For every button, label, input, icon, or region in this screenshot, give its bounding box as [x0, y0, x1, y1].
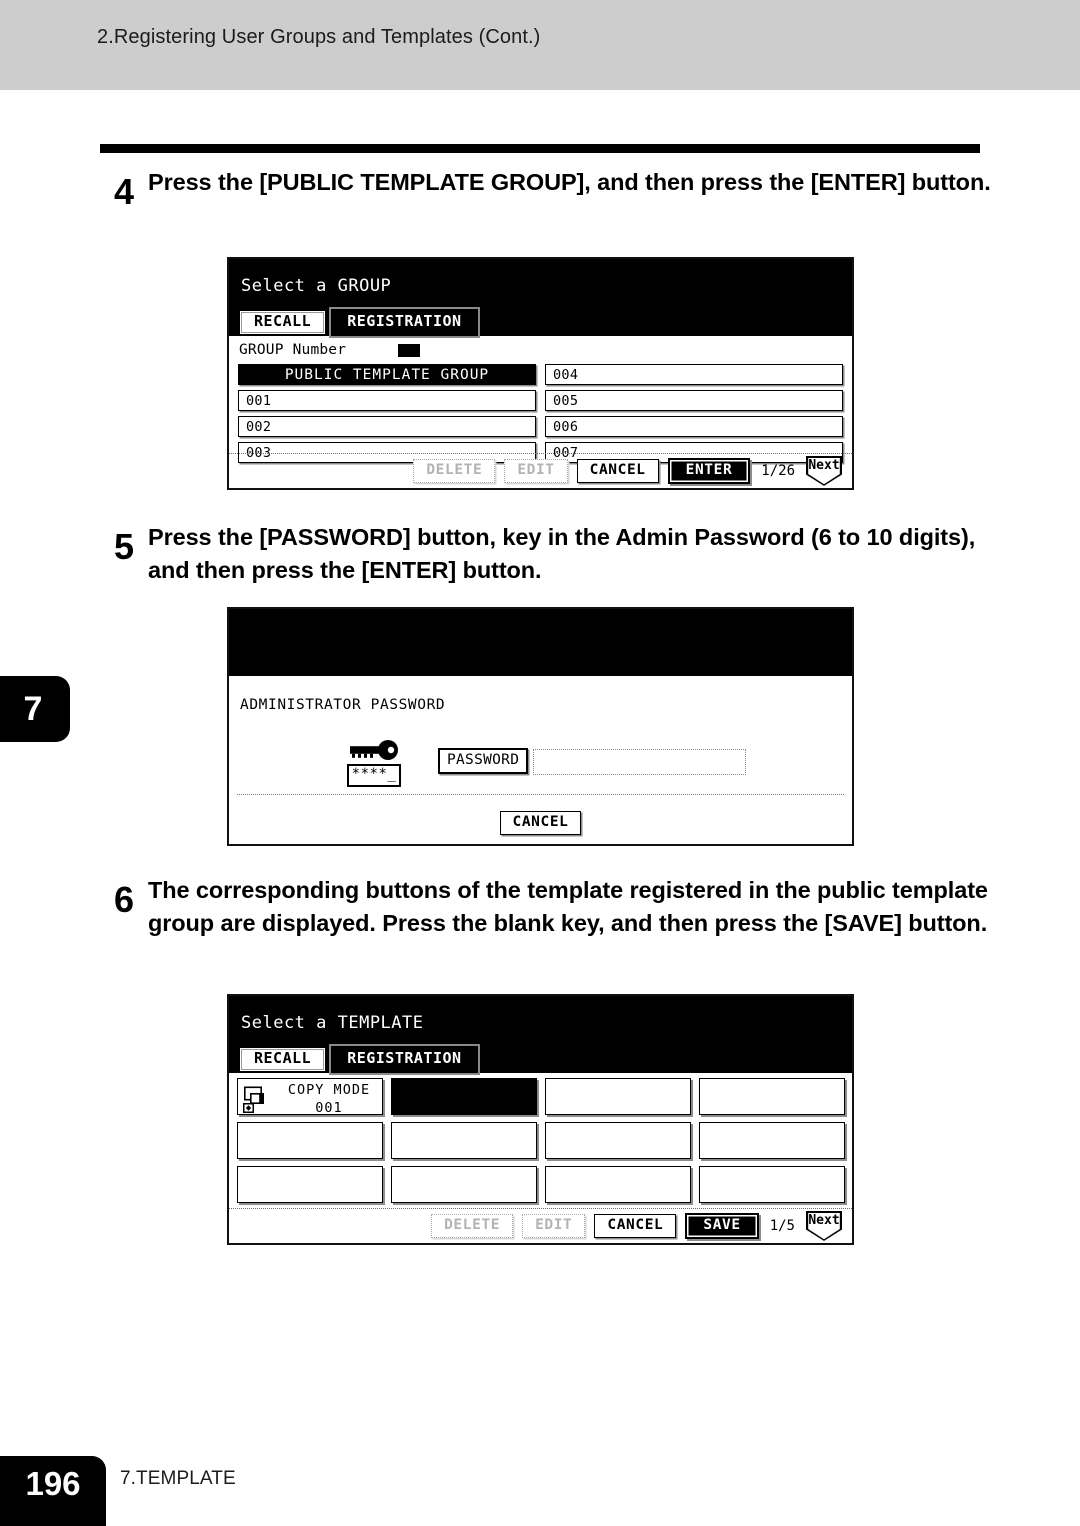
password-input-field[interactable]: [533, 749, 746, 775]
key-icon-wrapper: ****_: [337, 738, 411, 787]
template-cell-blank-9[interactable]: [237, 1166, 383, 1203]
copy-mode-icon: [243, 1086, 264, 1113]
step-4-text: Press the [PUBLIC TEMPLATE GROUP], and t…: [148, 169, 991, 195]
group-button-grid: PUBLIC TEMPLATE GROUP 004 001 005 002 00…: [238, 364, 843, 463]
template-cell-blank-12[interactable]: [699, 1166, 845, 1203]
page-indicator-template: 1/5: [769, 1218, 795, 1234]
lcd-titlebar-password: [229, 609, 852, 676]
lcd-footer-buttons-template: DELETE EDIT CANCEL SAVE 1/5 Next: [431, 1211, 842, 1241]
template-cell-blank-10[interactable]: [391, 1166, 537, 1203]
group-cell-002[interactable]: 002: [238, 416, 536, 437]
template-cell-copy-mode-001[interactable]: COPY MODE 001: [237, 1078, 383, 1115]
lcd-panel-admin-password: ADMINISTRATOR PASSWORD ****_ PASSWORD CA…: [227, 607, 854, 846]
template-cell-line2: 001: [315, 1099, 343, 1115]
tab-registration-group[interactable]: REGISTRATION: [329, 307, 480, 338]
next-button-group[interactable]: Next: [806, 456, 842, 486]
group-cell-public-template-group[interactable]: PUBLIC TEMPLATE GROUP: [238, 364, 536, 385]
step-6: 6 The corresponding buttons of the templ…: [114, 874, 1004, 941]
group-number-field[interactable]: [398, 343, 421, 357]
password-footer: CANCEL: [229, 811, 852, 835]
page-number-tab: 196: [0, 1456, 106, 1526]
step-5: 5 Press the [PASSWORD] button, key in th…: [114, 521, 994, 588]
template-cell-blank-6[interactable]: [391, 1122, 537, 1159]
page-indicator-group: 1/26: [761, 463, 795, 479]
lcd-titlebar-group: Select a GROUP RECALL REGISTRATION: [229, 259, 852, 338]
password-mask-display: ****_: [346, 764, 402, 787]
step-6-number: 6: [114, 879, 135, 920]
edit-button-group: EDIT: [504, 459, 568, 483]
group-cell-006[interactable]: 006: [545, 416, 843, 437]
step-5-text: Press the [PASSWORD] button, key in the …: [148, 524, 976, 584]
lcd-tab-row-group: RECALL REGISTRATION: [238, 307, 480, 338]
tab-registration-template[interactable]: REGISTRATION: [329, 1044, 480, 1075]
step-6-text: The corresponding buttons of the templat…: [148, 877, 988, 937]
chapter-tab: 7: [0, 676, 70, 742]
password-panel-divider: [237, 794, 844, 795]
key-icon: [350, 740, 398, 760]
group-cell-004[interactable]: 004: [545, 364, 843, 385]
lcd-titlebar-template: Select a TEMPLATE RECALL REGISTRATION: [229, 996, 852, 1075]
group-cell-001[interactable]: 001: [238, 390, 536, 411]
tab-recall-template[interactable]: RECALL: [238, 1046, 328, 1073]
cancel-button-template[interactable]: CANCEL: [594, 1214, 677, 1238]
step-5-number: 5: [114, 526, 135, 567]
lcd-panel-select-template: Select a TEMPLATE RECALL REGISTRATION CO…: [227, 994, 854, 1245]
template-cell-blank-8[interactable]: [699, 1122, 845, 1159]
template-cell-blank-5[interactable]: [237, 1122, 383, 1159]
lcd-footer-buttons-group: DELETE EDIT CANCEL ENTER 1/26 Next: [413, 456, 842, 486]
lcd-title-template: Select a TEMPLATE: [241, 1013, 424, 1033]
footer-section-label: 7.TEMPLATE: [120, 1468, 236, 1489]
template-cell-line1: COPY MODE: [287, 1082, 371, 1098]
group-number-row: GROUP Number: [239, 342, 421, 358]
template-cell-blank-3[interactable]: [545, 1078, 691, 1115]
template-cell-blank-selected[interactable]: [391, 1078, 537, 1115]
page-header-title: 2.Registering User Groups and Templates …: [97, 26, 541, 48]
administrator-password-label: ADMINISTRATOR PASSWORD: [240, 697, 446, 713]
template-cell-blank-4[interactable]: [699, 1078, 845, 1115]
lcd-tab-row-template: RECALL REGISTRATION: [238, 1044, 480, 1075]
lcd-title-group: Select a GROUP: [241, 276, 392, 296]
lcd-footer-group: DELETE EDIT CANCEL ENTER 1/26 Next: [229, 453, 852, 488]
cancel-button-group[interactable]: CANCEL: [576, 459, 659, 483]
template-button-grid: COPY MODE 001: [237, 1078, 845, 1203]
group-number-label: GROUP Number: [239, 342, 347, 358]
section-divider-rule: [100, 144, 980, 153]
lcd-footer-template: DELETE EDIT CANCEL SAVE 1/5 Next: [229, 1208, 852, 1243]
step-4-number: 4: [114, 171, 135, 212]
delete-button-template: DELETE: [431, 1214, 514, 1238]
template-cell-blank-7[interactable]: [545, 1122, 691, 1159]
next-button-label-group: Next: [808, 458, 840, 473]
save-button-template[interactable]: SAVE: [685, 1213, 759, 1239]
cancel-button-password[interactable]: CANCEL: [499, 811, 582, 835]
group-cell-005[interactable]: 005: [545, 390, 843, 411]
template-cell-label-wrap: COPY MODE 001: [280, 1082, 378, 1115]
template-cell-blank-11[interactable]: [545, 1166, 691, 1203]
next-button-template[interactable]: Next: [806, 1211, 842, 1241]
tab-recall-group[interactable]: RECALL: [238, 309, 328, 336]
lcd-panel-select-group: Select a GROUP RECALL REGISTRATION GROUP…: [227, 257, 854, 490]
password-button[interactable]: PASSWORD: [438, 748, 529, 774]
enter-button-group[interactable]: ENTER: [667, 458, 751, 484]
next-button-label-template: Next: [808, 1213, 840, 1228]
step-4: 4 Press the [PUBLIC TEMPLATE GROUP], and…: [114, 166, 994, 210]
edit-button-template: EDIT: [522, 1214, 586, 1238]
delete-button-group: DELETE: [413, 459, 496, 483]
